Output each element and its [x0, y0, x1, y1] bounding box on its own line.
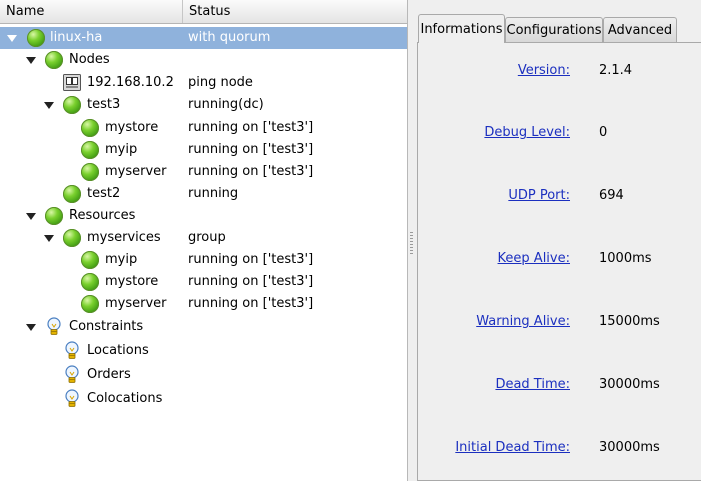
cluster-tree-view[interactable]: Name Status linux-ha with quorum Nodes 1… — [0, 0, 408, 481]
info-value: 1000ms — [599, 251, 652, 266]
tree-row-label: myservices — [87, 230, 161, 245]
collapse-arrow-icon[interactable] — [26, 57, 36, 64]
tree-row-resource[interactable]: myip running on ['test3'] — [0, 249, 407, 271]
tree-row-label: Locations — [87, 343, 149, 358]
info-value: 15000ms — [599, 314, 660, 329]
info-field-version: Version: 2.1.4 — [418, 61, 701, 81]
tree-row-label: mystore — [105, 274, 159, 289]
tree-row-ping-node[interactable]: 192.168.10.2 ping node — [0, 72, 407, 94]
tree-row-label: 192.168.10.2 — [87, 75, 174, 90]
tree-row-label: Nodes — [69, 52, 110, 67]
tab-configurations[interactable]: Configurations — [505, 17, 603, 42]
status-ok-icon — [45, 51, 63, 69]
lightbulb-icon — [65, 365, 79, 383]
info-value: 2.1.4 — [599, 63, 633, 78]
status-ok-icon — [81, 119, 99, 137]
tree-row-label: myserver — [105, 296, 167, 311]
tree-row-label: Constraints — [69, 319, 144, 334]
info-value: 30000ms — [599, 440, 660, 455]
tree-row-resource[interactable]: mystore running on ['test3'] — [0, 271, 407, 293]
info-value: 30000ms — [599, 377, 660, 392]
tree-row-status: running — [188, 186, 239, 201]
tree-row-resource[interactable]: myserver running on ['test3'] — [0, 161, 407, 183]
tree-row-label: mystore — [105, 120, 159, 135]
lightbulb-icon — [47, 317, 61, 335]
tree-row-colocations[interactable]: Colocations — [0, 388, 407, 410]
tree-row-status: running(dc) — [188, 97, 264, 112]
lightbulb-icon — [65, 341, 79, 359]
tab-informations[interactable]: Informations — [418, 14, 505, 43]
info-value: 694 — [599, 188, 624, 203]
collapse-arrow-icon[interactable] — [26, 324, 36, 331]
tree-row-orders[interactable]: Orders — [0, 364, 407, 386]
status-ok-icon — [63, 96, 81, 114]
info-field-udp-port: UDP Port: 694 — [418, 186, 701, 206]
tree-row-label: test2 — [87, 186, 121, 201]
status-ok-icon — [27, 29, 45, 47]
info-field-keep-alive: Keep Alive: 1000ms — [418, 249, 701, 269]
tree-row-status: running on ['test3'] — [188, 252, 314, 267]
info-field-debug-level: Debug Level: 0 — [418, 123, 701, 143]
tree-row-group-myservices[interactable]: myservices group — [0, 227, 407, 249]
tree-row-resource[interactable]: myserver running on ['test3'] — [0, 293, 407, 315]
info-key-link[interactable]: Debug Level: — [484, 123, 570, 143]
status-column-header[interactable]: Status — [183, 0, 407, 23]
name-column-header[interactable]: Name — [0, 0, 183, 23]
tree-row-node-test3[interactable]: test3 running(dc) — [0, 94, 407, 116]
tree-row-status: ping node — [188, 75, 253, 90]
pane-splitter-handle[interactable] — [410, 232, 413, 254]
tree-row-locations[interactable]: Locations — [0, 340, 407, 362]
info-key-link[interactable]: Initial Dead Time: — [455, 438, 570, 458]
tab-advanced[interactable]: Advanced — [603, 17, 677, 42]
info-field-dead-time: Dead Time: 30000ms — [418, 375, 701, 395]
tree-row-label: myip — [105, 142, 138, 157]
status-ok-icon — [81, 295, 99, 313]
informations-page: Version: 2.1.4 Debug Level: 0 UDP Port: … — [417, 42, 701, 481]
tree-row-status: running on ['test3'] — [188, 164, 314, 179]
tree-row-status: running on ['test3'] — [188, 120, 314, 135]
status-ok-icon — [45, 207, 63, 225]
tree-row-label: Orders — [87, 367, 131, 382]
status-ok-icon — [81, 163, 99, 181]
tree-row-status: group — [188, 230, 226, 245]
network-host-icon — [63, 74, 81, 91]
tree-row-status: running on ['test3'] — [188, 296, 314, 311]
tree-row-cluster[interactable]: linux-ha with quorum — [0, 27, 407, 49]
tree-row-label: linux-ha — [50, 30, 103, 45]
info-key-link[interactable]: Keep Alive: — [498, 249, 570, 269]
tree-row-label: test3 — [87, 97, 121, 112]
collapse-arrow-icon[interactable] — [7, 35, 17, 42]
tree-row-status: running on ['test3'] — [188, 274, 314, 289]
status-ok-icon — [63, 185, 81, 203]
tree-row-label: myip — [105, 252, 138, 267]
collapse-arrow-icon[interactable] — [26, 213, 36, 220]
details-notebook: Informations Configurations Advanced Ver… — [417, 14, 701, 481]
info-key-link[interactable]: Version: — [518, 61, 570, 81]
info-key-link[interactable]: Warning Alive: — [476, 312, 570, 332]
tree-row-resources[interactable]: Resources — [0, 205, 407, 227]
status-ok-icon — [81, 141, 99, 159]
info-key-link[interactable]: UDP Port: — [508, 186, 570, 206]
status-ok-icon — [63, 229, 81, 247]
info-value: 0 — [599, 125, 608, 140]
info-field-initial-dead-time: Initial Dead Time: 30000ms — [418, 438, 701, 458]
tree-row-status: with quorum — [188, 30, 271, 45]
info-field-warning-alive: Warning Alive: 15000ms — [418, 312, 701, 332]
tree-row-nodes[interactable]: Nodes — [0, 49, 407, 71]
tree-row-node-test2[interactable]: test2 running — [0, 183, 407, 205]
tree-row-label: Resources — [69, 208, 136, 223]
tree-row-label: Colocations — [87, 391, 163, 406]
info-key-link[interactable]: Dead Time: — [495, 375, 570, 395]
tree-row-status: running on ['test3'] — [188, 142, 314, 157]
tree-header: Name Status — [0, 0, 407, 24]
tree-row-label: myserver — [105, 164, 167, 179]
collapse-arrow-icon[interactable] — [44, 102, 54, 109]
status-ok-icon — [81, 273, 99, 291]
lightbulb-icon — [65, 389, 79, 407]
tree-row-constraints[interactable]: Constraints — [0, 316, 407, 338]
tree-row-resource[interactable]: mystore running on ['test3'] — [0, 117, 407, 139]
tree-row-resource[interactable]: myip running on ['test3'] — [0, 139, 407, 161]
collapse-arrow-icon[interactable] — [44, 235, 54, 242]
status-ok-icon — [81, 251, 99, 269]
